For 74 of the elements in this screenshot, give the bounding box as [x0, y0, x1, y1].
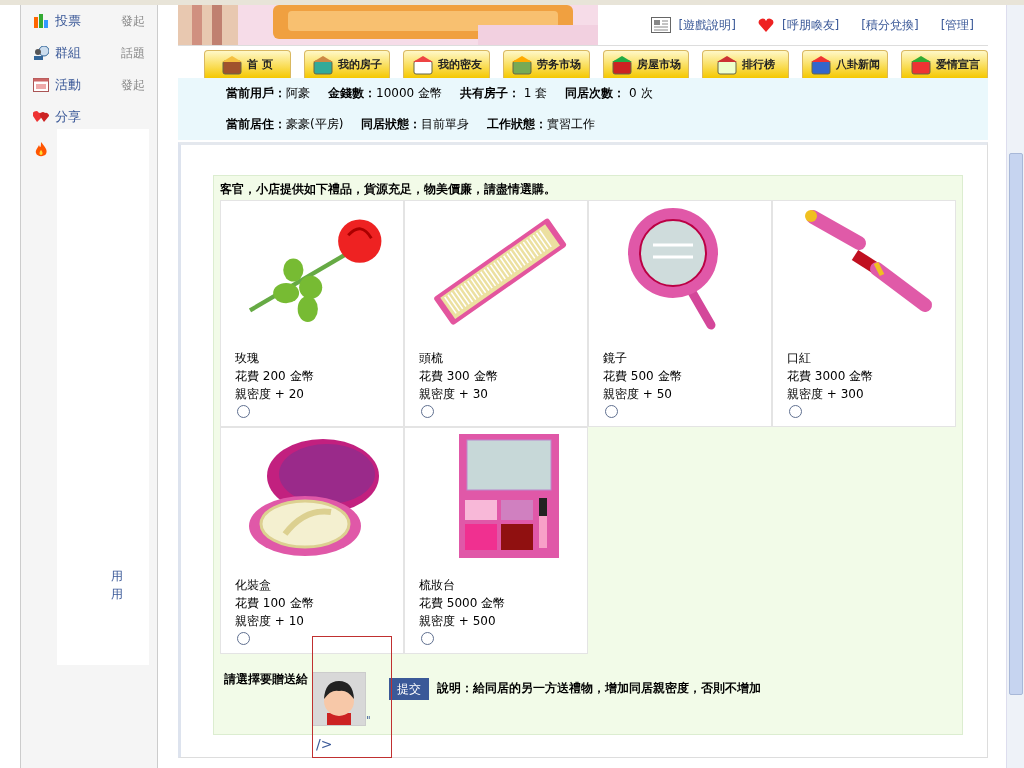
stray-text: /> [316, 736, 334, 752]
status-field: 當前居住：豪豪(平房) [226, 116, 344, 133]
gift-radio[interactable] [237, 632, 250, 645]
house-icon [411, 54, 434, 75]
status-field: 當前用戶：阿豪 [226, 85, 310, 102]
gift-name: 化裝盒 [235, 577, 272, 594]
nav-tab[interactable]: 劳务市场 [502, 50, 590, 78]
stray-text: " [366, 715, 371, 726]
newspaper-icon [650, 17, 671, 33]
submit-button[interactable]: 提交 [388, 678, 429, 700]
house-icon [810, 54, 833, 75]
status-field: 同居次數： 0 次 [565, 85, 653, 102]
people-icon [33, 46, 49, 60]
nav-tab[interactable]: 排行榜 [702, 50, 789, 78]
house-icon [511, 54, 534, 75]
recipient-label: 請選擇要贈送給 [224, 672, 308, 687]
gift-name: 頭梳 [419, 350, 444, 367]
sidebar-action[interactable]: 話題 [121, 44, 145, 62]
nav-tab[interactable]: 首 页 [204, 50, 291, 78]
gift-radio[interactable] [237, 405, 250, 418]
sidebar-link[interactable]: 活動 [55, 76, 115, 94]
house-icon [909, 54, 932, 75]
gift-intimacy: 親密度 + 300 [787, 386, 865, 403]
header-link[interactable]: [呼朋喚友] [757, 16, 840, 34]
house-icon [715, 54, 738, 75]
gift-intimacy: 親密度 + 500 [419, 613, 497, 630]
gift-radio[interactable] [421, 632, 434, 645]
header-link[interactable]: [管理] [940, 16, 974, 34]
sidebar-action[interactable]: 發起 [121, 12, 145, 30]
gift-intimacy: 親密度 + 10 [235, 613, 305, 630]
gift-radio[interactable] [789, 405, 802, 418]
house-icon [610, 54, 633, 75]
header-link[interactable]: [積分兌換] [861, 16, 919, 34]
bar-chart-icon [33, 14, 49, 28]
avatar[interactable] [312, 672, 366, 726]
gift-name: 鏡子 [603, 350, 628, 367]
sidebar-link[interactable]: 分享 [55, 108, 145, 126]
gift-cost: 花費 200 金幣 [235, 368, 315, 385]
status-field: 同居狀態：目前單身 [361, 116, 470, 133]
heart-icon [757, 18, 774, 32]
gift-cost: 花費 3000 金幣 [787, 368, 875, 385]
header-link[interactable]: [遊戲說明] [650, 16, 736, 34]
gift-radio[interactable] [421, 405, 434, 418]
status-field: 共有房子： 1 套 [460, 85, 548, 102]
calendar-icon [33, 78, 49, 92]
gift-cost: 花費 300 金幣 [419, 368, 499, 385]
gift-name: 玫瑰 [235, 350, 260, 367]
gift-radio[interactable] [605, 405, 618, 418]
gift-intimacy: 親密度 + 30 [419, 386, 489, 403]
gift-name: 梳妝台 [419, 577, 456, 594]
nav-tab[interactable]: 我的房子 [303, 50, 391, 78]
gift-cost: 花費 500 金幣 [603, 368, 683, 385]
sidebar-text: 用 [111, 568, 123, 585]
flame-icon [33, 141, 49, 157]
sidebar-link[interactable]: 投票 [55, 12, 115, 30]
house-icon [221, 54, 244, 75]
nav-tab[interactable]: 房屋市场 [602, 50, 690, 78]
status-field: 金錢數：10000 金幣 [328, 85, 442, 102]
gift-cost: 花費 5000 金幣 [419, 595, 507, 612]
gift-intimacy: 親密度 + 20 [235, 386, 305, 403]
sidebar-link[interactable]: 群組 [55, 44, 115, 62]
house-icon [311, 54, 334, 75]
nav-tab[interactable]: 我的密友 [403, 50, 490, 78]
nav-tab[interactable]: 爱情宣言 [901, 50, 988, 78]
status-field: 工作狀態：實習工作 [487, 116, 596, 133]
sidebar-action[interactable]: 發起 [121, 76, 145, 94]
shop-intro: 客官，小店提供如下禮品，貨源充足，物美價廉，請盡情選購。 [220, 181, 557, 198]
gift-name: 口紅 [787, 350, 812, 367]
nav-tab[interactable]: 八卦新闻 [801, 50, 889, 78]
sidebar-text: 用 [111, 586, 123, 603]
hearts-icon [33, 110, 49, 124]
note-text: 說明：給同居的另一方送禮物，增加同居親密度，否則不增加 [436, 681, 761, 696]
gift-intimacy: 親密度 + 50 [603, 386, 673, 403]
gift-cost: 花費 100 金幣 [235, 595, 315, 612]
